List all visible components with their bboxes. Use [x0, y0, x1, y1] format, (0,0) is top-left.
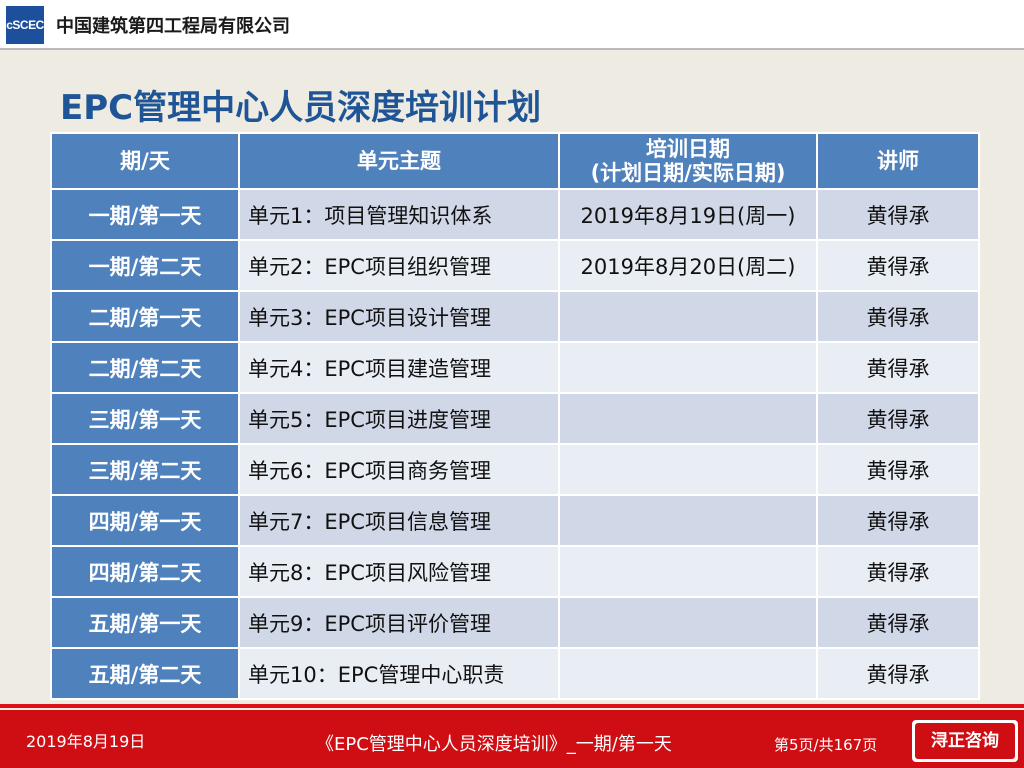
company-logo: cSCEC [6, 6, 44, 44]
date-cell [558, 596, 818, 649]
date-cell: 2019年8月19日(周一) [558, 188, 818, 241]
date-cell [558, 443, 818, 496]
teacher-cell: 黄得承 [816, 647, 980, 700]
teacher-cell: 黄得承 [816, 290, 980, 343]
date-cell [558, 392, 818, 445]
topic-cell: 单元1：项目管理知识体系 [238, 188, 560, 241]
topic-cell: 单元7：EPC项目信息管理 [238, 494, 560, 547]
period-cell: 五期/第二天 [50, 647, 240, 700]
topic-cell: 单元8：EPC项目风险管理 [238, 545, 560, 598]
date-cell [558, 341, 818, 394]
date-cell [558, 647, 818, 700]
table-row: 二期/第二天 单元4：EPC项目建造管理 黄得承 [50, 341, 980, 394]
header-period: 期/天 [50, 132, 240, 190]
header-teacher: 讲师 [816, 132, 980, 190]
footer-course-title: 《EPC管理中心人员深度培训》_一期/第一天 [316, 734, 672, 755]
period-cell: 二期/第一天 [50, 290, 240, 343]
period-cell: 五期/第一天 [50, 596, 240, 649]
slide-title: EPC管理中心人员深度培训计划 [60, 88, 542, 128]
topic-cell: 单元2：EPC项目组织管理 [238, 239, 560, 292]
topic-cell: 单元6：EPC项目商务管理 [238, 443, 560, 496]
table-row: 二期/第一天 单元3：EPC项目设计管理 黄得承 [50, 290, 980, 343]
date-cell [558, 545, 818, 598]
table-header-row: 期/天 单元主题 培训日期 (计划日期/实际日期) 讲师 [50, 132, 980, 190]
company-name: 中国建筑第四工程局有限公司 [56, 16, 290, 37]
period-cell: 三期/第二天 [50, 443, 240, 496]
table-row: 一期/第二天 单元2：EPC项目组织管理 2019年8月20日(周二) 黄得承 [50, 239, 980, 292]
footer-date: 2019年8月19日 [26, 732, 146, 751]
period-cell: 一期/第一天 [50, 188, 240, 241]
consultancy-badge: 浔正咨询 [912, 720, 1018, 762]
period-cell: 三期/第一天 [50, 392, 240, 445]
date-cell: 2019年8月20日(周二) [558, 239, 818, 292]
footer-divider [0, 704, 1024, 708]
period-cell: 二期/第二天 [50, 341, 240, 394]
period-cell: 四期/第二天 [50, 545, 240, 598]
table-row: 一期/第一天 单元1：项目管理知识体系 2019年8月19日(周一) 黄得承 [50, 188, 980, 241]
header-date-line2: (计划日期/实际日期) [590, 161, 786, 185]
table-row: 三期/第一天 单元5：EPC项目进度管理 黄得承 [50, 392, 980, 445]
footer-bar: 2019年8月19日 《EPC管理中心人员深度培训》_一期/第一天 第5页/共1… [0, 710, 1024, 768]
table-row: 五期/第一天 单元9：EPC项目评价管理 黄得承 [50, 596, 980, 649]
page-number: 第5页/共167页 [774, 736, 878, 754]
header-date: 培训日期 (计划日期/实际日期) [558, 132, 818, 190]
date-cell [558, 494, 818, 547]
teacher-cell: 黄得承 [816, 596, 980, 649]
teacher-cell: 黄得承 [816, 494, 980, 547]
period-cell: 一期/第二天 [50, 239, 240, 292]
teacher-cell: 黄得承 [816, 188, 980, 241]
header-topic: 单元主题 [238, 132, 560, 190]
topic-cell: 单元4：EPC项目建造管理 [238, 341, 560, 394]
table-row: 四期/第二天 单元8：EPC项目风险管理 黄得承 [50, 545, 980, 598]
teacher-cell: 黄得承 [816, 443, 980, 496]
table-row: 五期/第二天 单元10：EPC管理中心职责 黄得承 [50, 647, 980, 700]
topic-cell: 单元10：EPC管理中心职责 [238, 647, 560, 700]
topic-cell: 单元3：EPC项目设计管理 [238, 290, 560, 343]
consultancy-badge-label: 浔正咨询 [915, 723, 1015, 759]
teacher-cell: 黄得承 [816, 341, 980, 394]
header-date-line1: 培训日期 [646, 137, 730, 161]
training-plan-table: 期/天 单元主题 培训日期 (计划日期/实际日期) 讲师 一期/第一天 单元1：… [50, 132, 980, 700]
teacher-cell: 黄得承 [816, 239, 980, 292]
topic-cell: 单元5：EPC项目进度管理 [238, 392, 560, 445]
topic-cell: 单元9：EPC项目评价管理 [238, 596, 560, 649]
period-cell: 四期/第一天 [50, 494, 240, 547]
teacher-cell: 黄得承 [816, 392, 980, 445]
table-row: 三期/第二天 单元6：EPC项目商务管理 黄得承 [50, 443, 980, 496]
table-row: 四期/第一天 单元7：EPC项目信息管理 黄得承 [50, 494, 980, 547]
header-divider [0, 48, 1024, 50]
top-header-bar: cSCEC 中国建筑第四工程局有限公司 [0, 0, 1024, 48]
teacher-cell: 黄得承 [816, 545, 980, 598]
date-cell [558, 290, 818, 343]
